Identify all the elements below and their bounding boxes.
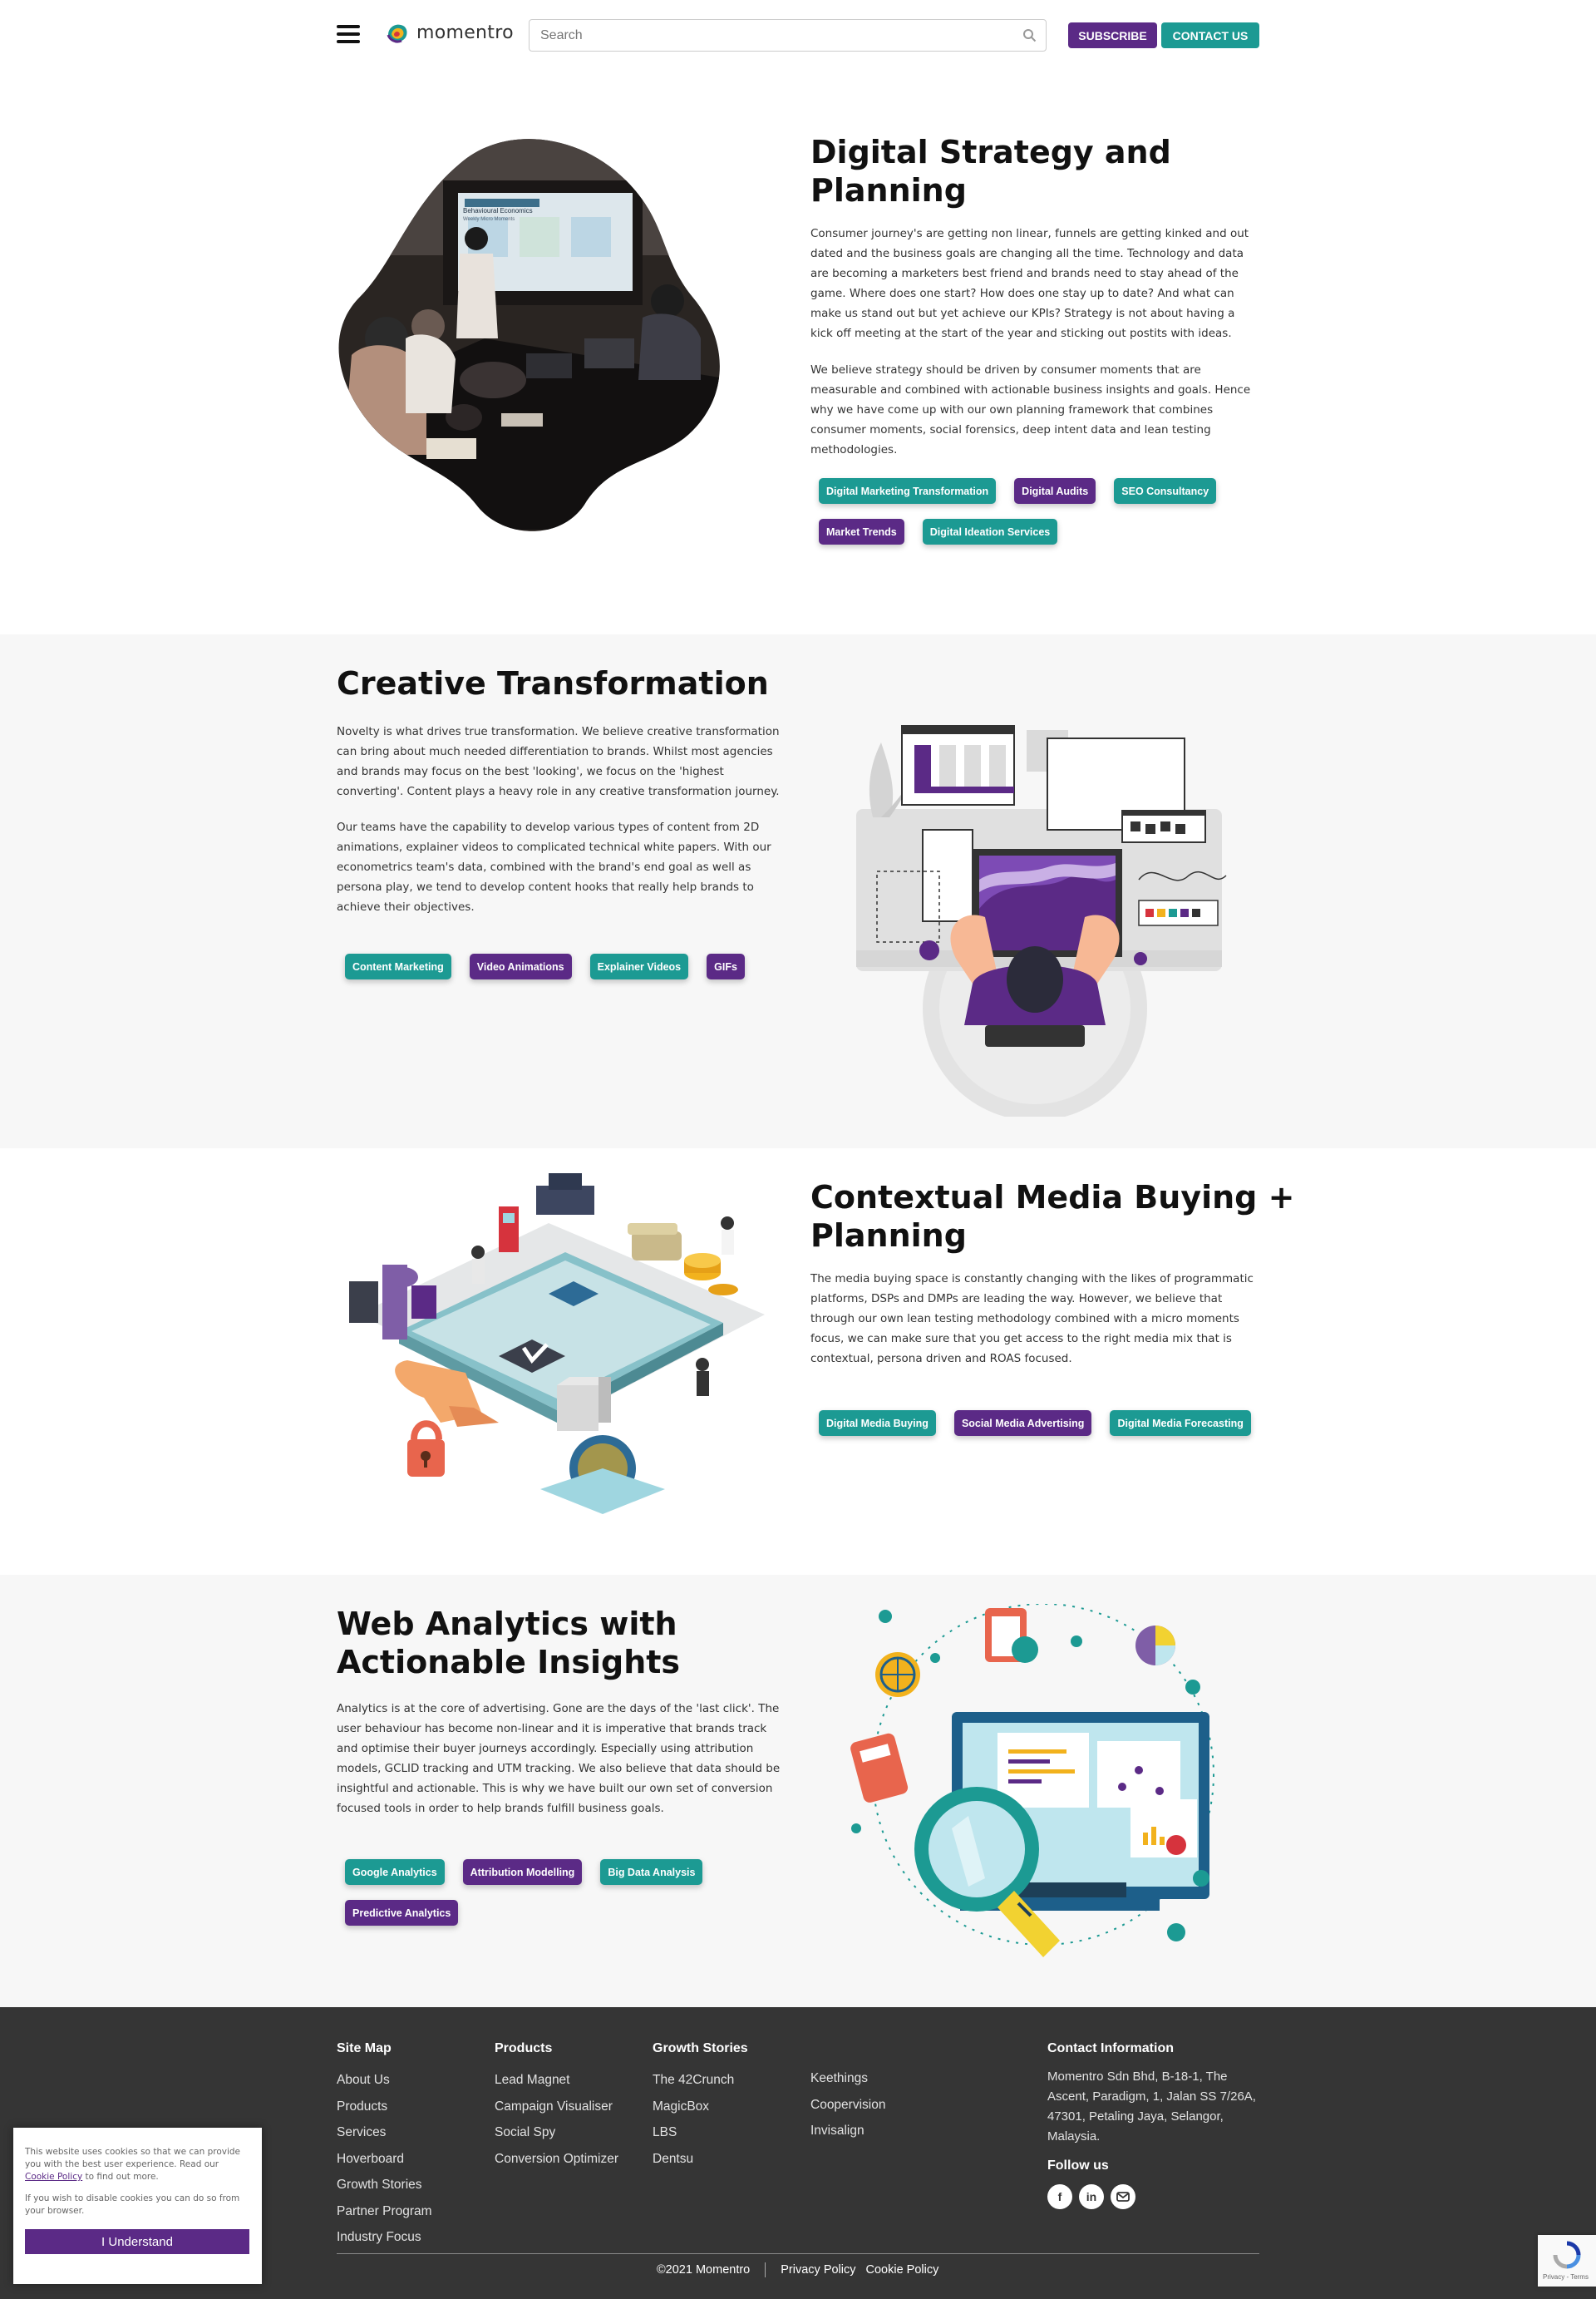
tag-seo-consultancy[interactable]: SEO Consultancy <box>1114 478 1217 504</box>
slide-subtitle: Weekly Micro Moments <box>463 217 515 222</box>
footer-divider <box>337 2253 1259 2254</box>
section-contextual-media-buying: Contextual Media Buying + Planning The me… <box>0 1148 1596 1575</box>
copyright: ©2021 Momentro <box>657 2263 751 2277</box>
logo[interactable]: momentro <box>385 20 514 45</box>
contact-address: Momentro Sdn Bhd, B-18-1, The Ascent, Pa… <box>1047 2070 1256 2144</box>
tag-list: Digital Media Buying Social Media Advert… <box>819 1410 1259 1436</box>
section-web-analytics: Web Analytics with Actionable Insights An… <box>0 1575 1596 2007</box>
tag-digital-media-buying[interactable]: Digital Media Buying <box>819 1410 936 1436</box>
tag-social-media-advertising[interactable]: Social Media Advertising <box>953 1410 1092 1436</box>
tag-predictive-analytics[interactable]: Predictive Analytics <box>345 1900 459 1926</box>
slide-title: Behavioural Economics <box>463 207 533 215</box>
footer-heading: Contact Information <box>1047 2041 1174 2055</box>
cookie-policy-inline-link[interactable]: Cookie Policy <box>25 2172 82 2182</box>
logo-icon <box>387 24 407 43</box>
footer-bottom-bar: ©2021 Momentro Privacy Policy Cookie Pol… <box>657 2262 938 2277</box>
footer-link-invisalign[interactable]: Invisalign <box>810 2118 885 2144</box>
footer-link-products[interactable]: Products <box>337 2094 432 2120</box>
footer-link-42crunch[interactable]: The 42Crunch <box>653 2067 748 2094</box>
media-buying-illustration <box>349 1173 765 1514</box>
section-title: Web Analytics with Actionable Insights <box>337 1606 681 1680</box>
footer-link-partner-program[interactable]: Partner Program <box>337 2198 432 2225</box>
cookie-message: This website uses cookies so that we can… <box>25 2147 240 2182</box>
i-understand-button[interactable]: I Understand <box>25 2229 249 2254</box>
footer-sitemap: Site Map About Us Products Services Hove… <box>337 2041 432 2251</box>
section-digital-strategy: Behavioural Economics Weekly Micro Momen… <box>0 70 1596 634</box>
hamburger-menu-icon[interactable] <box>337 25 360 45</box>
footer-link-conversion-optimizer[interactable]: Conversion Optimizer <box>495 2146 618 2173</box>
tag-market-trends[interactable]: Market Trends <box>819 519 904 545</box>
recaptcha-icon <box>1553 2241 1581 2269</box>
footer-link-hoverboard[interactable]: Hoverboard <box>337 2146 432 2173</box>
tag-digital-audits[interactable]: Digital Audits <box>1014 478 1096 504</box>
tag-digital-media-forecasting[interactable]: Digital Media Forecasting <box>1110 1410 1251 1436</box>
tag-gifs[interactable]: GIFs <box>707 954 745 979</box>
email-glyph <box>1116 2192 1130 2202</box>
tag-list: Content Marketing Video Animations Expla… <box>345 954 794 979</box>
subscribe-button[interactable]: SUBSCRIBE <box>1068 22 1157 48</box>
site-header: momentro SUBSCRIBE CONTACT US <box>0 0 1596 70</box>
footer-link-lead-magnet[interactable]: Lead Magnet <box>495 2067 618 2094</box>
follow-us-heading: Follow us <box>1047 2158 1109 2173</box>
tag-digital-ideation-services[interactable]: Digital Ideation Services <box>922 519 1058 545</box>
section-paragraph: Our teams have the capability to develop… <box>337 821 771 914</box>
footer-link-industry-focus[interactable]: Industry Focus <box>337 2224 432 2251</box>
section-paragraph: Analytics is at the core of advertising.… <box>337 1702 781 1815</box>
footer-link-services[interactable]: Services <box>337 2119 432 2146</box>
section-paragraph: The media buying space is constantly cha… <box>810 1272 1254 1365</box>
search-icon[interactable] <box>1022 28 1037 42</box>
footer-link-about-us[interactable]: About Us <box>337 2067 432 2094</box>
section-paragraph: Consumer journey's are getting non linea… <box>810 227 1249 340</box>
footer-link-campaign-visualiser[interactable]: Campaign Visualiser <box>495 2094 618 2120</box>
email-icon[interactable] <box>1111 2184 1135 2209</box>
footer-products: Products Lead Magnet Campaign Visualiser… <box>495 2041 618 2172</box>
tag-explainer-videos[interactable]: Explainer Videos <box>589 954 689 979</box>
analytics-illustration <box>850 1604 1214 1957</box>
privacy-policy-link[interactable]: Privacy Policy <box>781 2263 855 2277</box>
footer-link-magicbox[interactable]: MagicBox <box>653 2094 748 2120</box>
search-box <box>529 19 1047 52</box>
footer-heading: Growth Stories <box>653 2041 748 2055</box>
section-title: Creative Transformation <box>337 665 769 702</box>
section-paragraph: Novelty is what drives true transformati… <box>337 725 780 798</box>
meeting-photo: Behavioural Economics Weekly Micro Momen… <box>338 139 720 531</box>
tag-attribution-modelling[interactable]: Attribution Modelling <box>462 1859 583 1885</box>
tag-list: Google Analytics Attribution Modelling B… <box>345 1859 786 1926</box>
contact-us-button[interactable]: CONTACT US <box>1161 22 1259 48</box>
footer-link-dentsu[interactable]: Dentsu <box>653 2146 748 2173</box>
footer-heading: Site Map <box>337 2041 392 2055</box>
section-paragraph: We believe strategy should be driven by … <box>810 363 1251 456</box>
footer-growth-stories: Growth Stories The 42Crunch MagicBox LBS… <box>653 2041 748 2172</box>
tag-big-data-analysis[interactable]: Big Data Analysis <box>600 1859 703 1885</box>
recaptcha-text: Privacy - Terms <box>1543 2273 1589 2281</box>
footer-growth-stories-more: Keethings Coopervision Invisalign <box>810 2065 885 2144</box>
linkedin-icon[interactable]: in <box>1079 2184 1104 2209</box>
footer-link-keethings[interactable]: Keethings <box>810 2065 885 2092</box>
recaptcha-badge[interactable]: Privacy - Terms <box>1538 2235 1596 2287</box>
footer-contact: Contact Information Momentro Sdn Bhd, B-… <box>1047 2041 1259 2209</box>
section-title: Contextual Media Buying + Planning <box>810 1179 1295 1254</box>
footer-link-growth-stories[interactable]: Growth Stories <box>337 2172 432 2198</box>
footer-heading: Products <box>495 2041 553 2055</box>
footer-link-coopervision[interactable]: Coopervision <box>810 2092 885 2119</box>
tag-list: Digital Marketing Transformation Digital… <box>819 478 1259 545</box>
footer-link-lbs[interactable]: LBS <box>653 2119 748 2146</box>
tag-content-marketing[interactable]: Content Marketing <box>345 954 451 979</box>
tag-google-analytics[interactable]: Google Analytics <box>345 1859 445 1885</box>
section-creative-transformation: Creative Transformation Novelty is what … <box>0 634 1596 1148</box>
cookie-disable-message: If you wish to disable cookies you can d… <box>25 2193 240 2216</box>
social-links: f in <box>1047 2184 1259 2209</box>
cookie-banner: This website uses cookies so that we can… <box>13 2128 262 2284</box>
logo-text: momentro <box>416 22 514 43</box>
tag-video-animations[interactable]: Video Animations <box>469 954 572 979</box>
facebook-icon[interactable]: f <box>1047 2184 1072 2209</box>
section-title: Digital Strategy and Planning <box>810 134 1171 209</box>
footer-link-social-spy[interactable]: Social Spy <box>495 2119 618 2146</box>
tag-digital-marketing-transformation[interactable]: Digital Marketing Transformation <box>819 478 997 504</box>
creative-illustration <box>856 725 1227 1117</box>
cookie-policy-link[interactable]: Cookie Policy <box>866 2263 939 2277</box>
search-input[interactable] <box>530 20 1046 51</box>
footer-separator <box>765 2262 766 2277</box>
